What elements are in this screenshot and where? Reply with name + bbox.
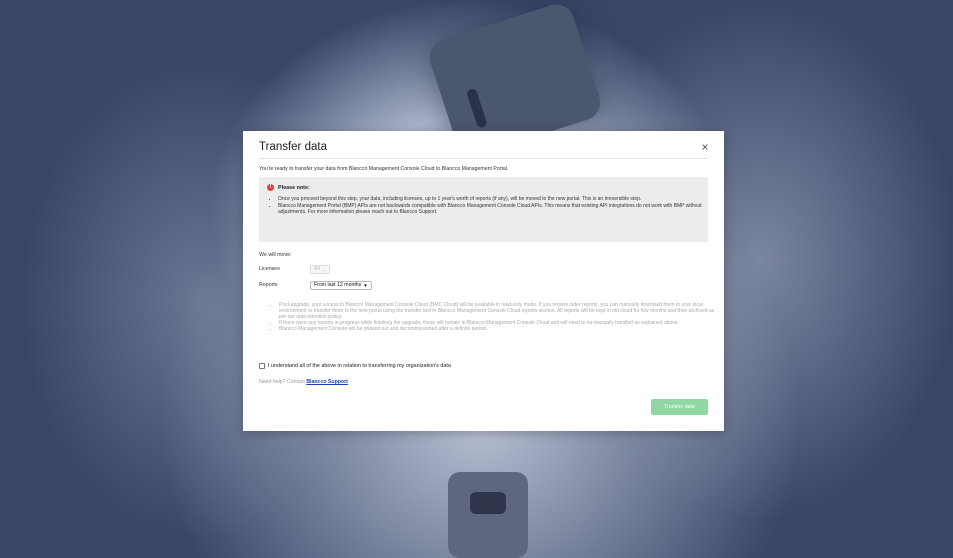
- note-item: Blancco Management Portal (BMP) APIs are…: [278, 203, 710, 215]
- phone-camera: [465, 87, 488, 129]
- reports-select[interactable]: From last 12 months ▼: [310, 281, 372, 290]
- licenses-select-value: All: [314, 266, 320, 272]
- note-item: Once you proceed beyond this step, your …: [278, 196, 710, 202]
- licenses-label: Licenses: [259, 266, 280, 272]
- agree-checkbox-row[interactable]: I understand all of the above in relatio…: [259, 363, 451, 369]
- info-item: Post-upgrade, your access to Blancco Man…: [279, 302, 719, 320]
- agree-checkbox[interactable]: [259, 363, 265, 369]
- warning-icon: !: [267, 184, 274, 191]
- watch-face: [470, 492, 506, 514]
- please-note-box: ! Please note: Once you proceed beyond t…: [259, 177, 708, 242]
- note-title: Please note:: [278, 184, 310, 191]
- note-header: ! Please note:: [267, 184, 310, 191]
- watch-image: [448, 472, 528, 558]
- agree-label: I understand all of the above in relatio…: [268, 363, 451, 369]
- we-will-move-label: We will move:: [259, 252, 292, 258]
- licenses-select: All ⌄: [310, 265, 330, 274]
- title-divider: [259, 158, 708, 159]
- blancco-support-link[interactable]: Blancco Support: [306, 379, 348, 385]
- info-item: Blancco Management Console will be phase…: [279, 326, 719, 332]
- note-list: Once you proceed beyond this step, your …: [267, 196, 710, 216]
- reports-label: Reports: [259, 282, 278, 288]
- upgrade-info-list: Post-upgrade, your access to Blancco Man…: [269, 302, 719, 332]
- intro-text: You're ready to transfer your data from …: [259, 166, 509, 172]
- help-text: Need help? Contact: [259, 379, 305, 385]
- transfer-data-button[interactable]: Transfer data: [651, 399, 708, 415]
- transfer-data-dialog: Transfer data × You're ready to transfer…: [243, 131, 724, 431]
- chevron-down-icon: ▼: [363, 283, 368, 288]
- reports-select-value: From last 12 months: [314, 282, 362, 288]
- dialog-title: Transfer data: [259, 141, 327, 153]
- help-text-row: Need help? Contact Blancco Support: [259, 379, 348, 385]
- chevron-down-icon: ⌄: [321, 267, 326, 272]
- close-icon[interactable]: ×: [698, 140, 712, 154]
